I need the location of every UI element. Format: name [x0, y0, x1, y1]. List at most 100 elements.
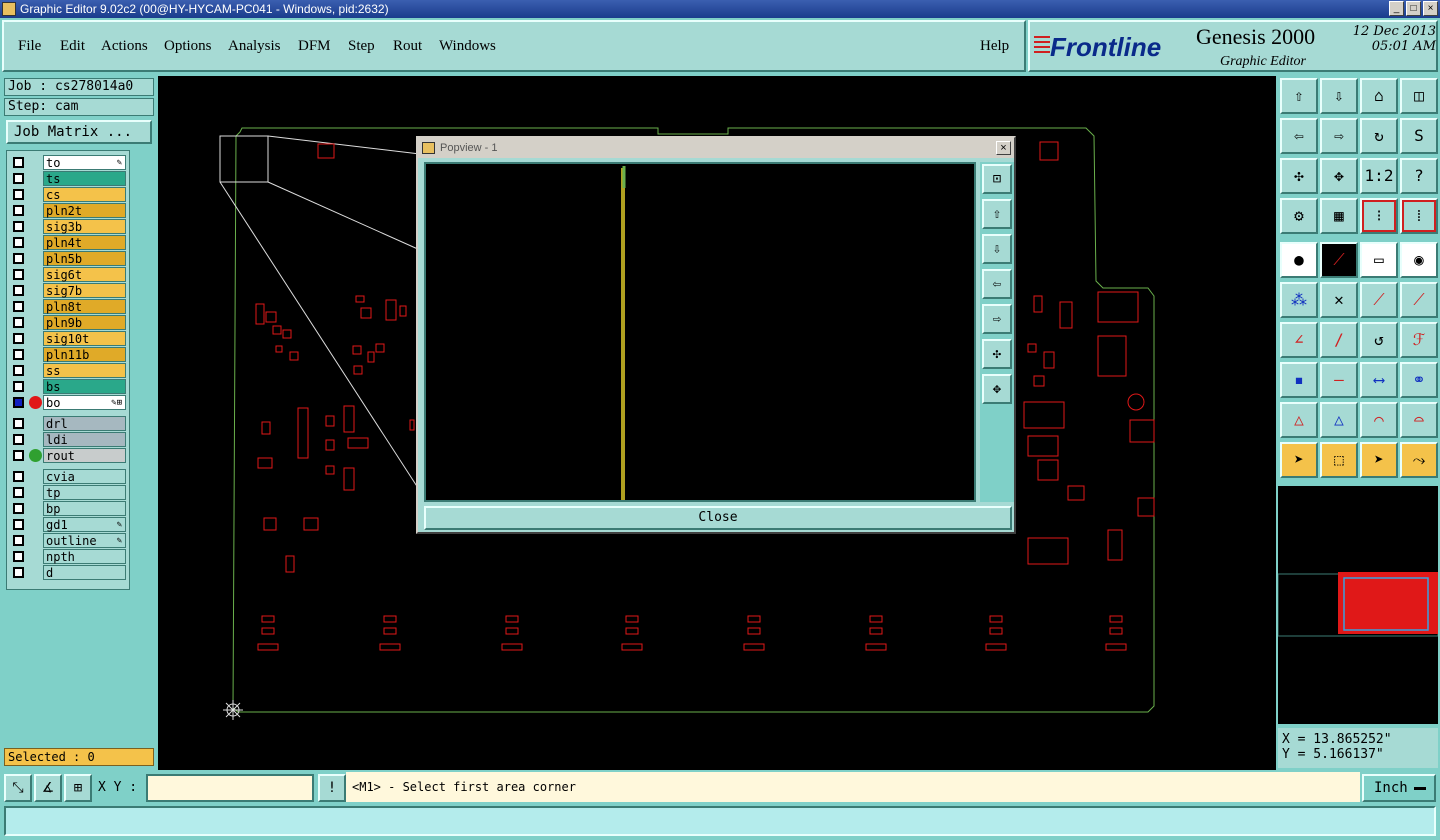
popview-zoom-fit-icon[interactable]: ⊡ — [982, 164, 1012, 194]
layer-name[interactable]: pln5b — [43, 251, 126, 266]
layer-checkbox[interactable] — [13, 157, 24, 168]
route-connect-icon[interactable]: ⤳ — [1400, 442, 1438, 478]
popview-pan-down-icon[interactable]: ⇩ — [982, 234, 1012, 264]
layer-row-pln4t[interactable]: pln4t — [9, 235, 129, 250]
zoom-out-icon[interactable]: ✥ — [1320, 158, 1358, 194]
menu-windows[interactable]: Windows — [439, 38, 496, 55]
layer-checkbox[interactable] — [13, 365, 24, 376]
layer-name[interactable]: bo ✎⊞ — [43, 395, 126, 410]
angle-icon[interactable]: ∠ — [1280, 322, 1318, 358]
layer-name[interactable]: sig6t — [43, 267, 126, 282]
line-segment-icon[interactable]: — — [1320, 362, 1358, 398]
layer-checkbox[interactable] — [13, 450, 24, 461]
line-add-icon[interactable]: ⟋ — [1360, 282, 1398, 318]
popview-pan-left-icon[interactable]: ⇦ — [982, 269, 1012, 299]
layer-name[interactable]: pln2t — [43, 203, 126, 218]
pad-icon[interactable]: ◉ — [1400, 242, 1438, 278]
menu-analysis[interactable]: Analysis — [228, 38, 281, 55]
pointer-box-icon[interactable]: ⬚ — [1320, 442, 1358, 478]
close-window-button[interactable]: × — [1423, 1, 1438, 16]
settings-palette-icon[interactable]: ⚙ — [1280, 198, 1318, 234]
layer-row-bs[interactable]: bs — [9, 379, 129, 394]
layer-checkbox[interactable] — [13, 205, 24, 216]
layer-checkbox[interactable] — [13, 487, 24, 498]
layer-row-cvia[interactable]: cvia — [9, 469, 129, 484]
layer-row-sig7b[interactable]: sig7b — [9, 283, 129, 298]
layer-name[interactable]: pln8t — [43, 299, 126, 314]
angle-snap-icon[interactable]: ∡ — [34, 774, 62, 802]
layer-checkbox[interactable] — [13, 551, 24, 562]
popview-canvas[interactable] — [424, 162, 976, 502]
layer-name[interactable]: gd1 ✎ — [43, 517, 126, 532]
grid-icon[interactable]: ▦ — [1320, 198, 1358, 234]
layer-row-bp[interactable]: bp — [9, 501, 129, 516]
layer-name[interactable]: sig10t — [43, 331, 126, 346]
layer-row-ts[interactable]: ts — [9, 171, 129, 186]
net-connect-icon[interactable]: ⁂ — [1280, 282, 1318, 318]
warning-icon[interactable]: ! — [318, 774, 346, 802]
layer-row-npth[interactable]: npth — [9, 549, 129, 564]
layer-row-pln11b[interactable]: pln11b — [9, 347, 129, 362]
layer-name[interactable]: pln11b — [43, 347, 126, 362]
layer-name[interactable]: cs — [43, 187, 126, 202]
menu-file[interactable]: File — [18, 38, 41, 55]
layer-checkbox[interactable] — [13, 285, 24, 296]
select-feature-icon[interactable]: ● — [1280, 242, 1318, 278]
layer-checkbox[interactable] — [13, 333, 24, 344]
layer-checkbox[interactable] — [13, 237, 24, 248]
layer-checkbox[interactable] — [13, 317, 24, 328]
arch-alt-icon[interactable]: ⌓ — [1400, 402, 1438, 438]
slash-line-icon[interactable]: / — [1320, 322, 1358, 358]
pan-left-icon[interactable]: ⇦ — [1280, 118, 1318, 154]
layer-checkbox[interactable] — [13, 221, 24, 232]
layer-row-pln5b[interactable]: pln5b — [9, 251, 129, 266]
layer-name[interactable]: cvia — [43, 469, 126, 484]
ruler-icon[interactable]: ▭ — [1360, 242, 1398, 278]
layer-row-drl[interactable]: drl — [9, 416, 129, 431]
window-split-icon[interactable]: ◫ — [1400, 78, 1438, 114]
pad-move-icon[interactable]: ▪ — [1280, 362, 1318, 398]
pan-right-icon[interactable]: ⇨ — [1320, 118, 1358, 154]
layer-name[interactable]: npth — [43, 549, 126, 564]
layer-name[interactable]: d — [43, 565, 126, 580]
layer-row-gd1[interactable]: gd1 ✎ — [9, 517, 129, 532]
snake-route-icon[interactable]: S — [1400, 118, 1438, 154]
layer-name[interactable]: pln9b — [43, 315, 126, 330]
arc-icon[interactable]: ↺ — [1360, 322, 1398, 358]
layers-color-icon[interactable]: ⁝ — [1360, 198, 1398, 234]
layer-checkbox[interactable] — [13, 173, 24, 184]
layer-checkbox[interactable] — [13, 381, 24, 392]
layer-name[interactable]: rout — [43, 448, 126, 463]
dimension-icon[interactable]: ⟷ — [1360, 362, 1398, 398]
layer-name[interactable]: pln4t — [43, 235, 126, 250]
popview-zoom-in-icon[interactable]: ✣ — [982, 339, 1012, 369]
layer-checkbox[interactable] — [13, 253, 24, 264]
layer-name[interactable]: sig3b — [43, 219, 126, 234]
layer-checkbox[interactable] — [13, 567, 24, 578]
layer-row-sig6t[interactable]: sig6t — [9, 267, 129, 282]
layer-checkbox[interactable] — [13, 397, 24, 408]
layer-name[interactable]: ts — [43, 171, 126, 186]
layer-row-pln9b[interactable]: pln9b — [9, 315, 129, 330]
layer-name[interactable]: ss — [43, 363, 126, 378]
menu-options[interactable]: Options — [164, 38, 212, 55]
layer-row-pln2t[interactable]: pln2t — [9, 203, 129, 218]
triangle-icon[interactable]: △ — [1280, 402, 1318, 438]
layer-row-to[interactable]: to ✎ — [9, 155, 129, 170]
overview-map[interactable] — [1277, 486, 1439, 724]
layer-checkbox[interactable] — [13, 535, 24, 546]
layer-row-ldi[interactable]: ldi — [9, 432, 129, 447]
layer-row-bo[interactable]: bo ✎⊞ — [9, 395, 129, 410]
pointer-select-icon[interactable]: ➤ — [1360, 442, 1398, 478]
pointer-icon[interactable]: ➤ — [1280, 442, 1318, 478]
menu-actions[interactable]: Actions — [101, 38, 148, 55]
layer-row-sig3b[interactable]: sig3b — [9, 219, 129, 234]
layer-name[interactable]: bp — [43, 501, 126, 516]
circles-icon[interactable]: ⚭ — [1400, 362, 1438, 398]
layer-checkbox[interactable] — [13, 301, 24, 312]
layers-select-icon[interactable]: ⁞ — [1400, 198, 1438, 234]
layer-name[interactable]: outline ✎ — [43, 533, 126, 548]
layer-name[interactable]: sig7b — [43, 283, 126, 298]
zoom-in-icon[interactable]: ✣ — [1280, 158, 1318, 194]
help-query-icon[interactable]: ? — [1400, 158, 1438, 194]
